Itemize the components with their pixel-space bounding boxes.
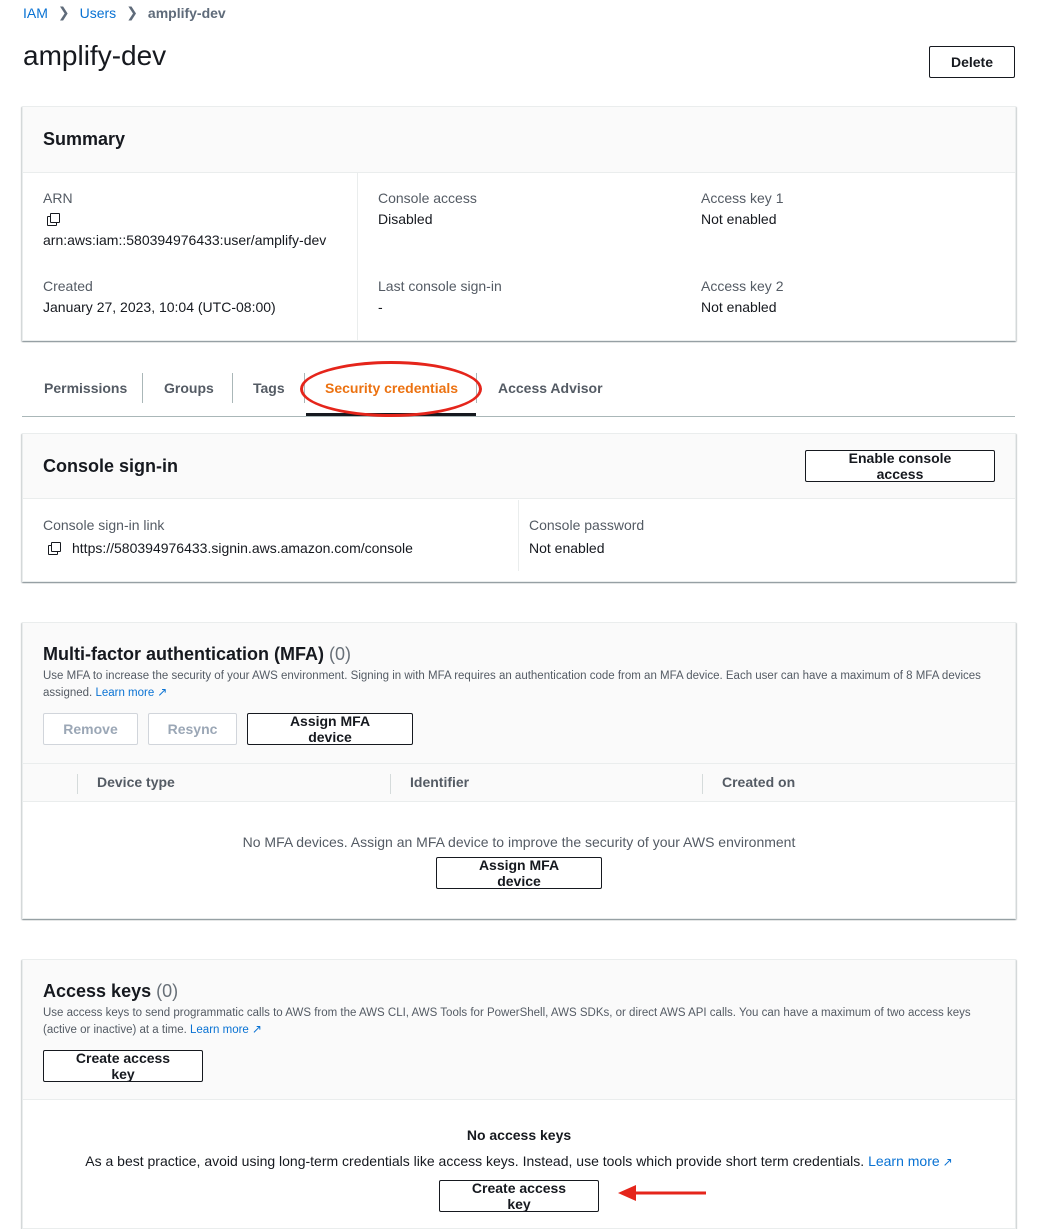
assign-mfa-device-button[interactable]: Assign MFA device	[247, 713, 413, 745]
mfa-count: (0)	[329, 644, 351, 664]
last-signin-label: Last console sign-in	[378, 278, 502, 294]
access-keys-header: Access keys (0) Use access keys to send …	[23, 960, 1015, 1100]
summary-title: Summary	[43, 129, 126, 149]
access-keys-panel: Access keys (0) Use access keys to send …	[22, 959, 1016, 1229]
console-signin-title: Console sign-in	[43, 455, 178, 476]
annotation-arrow-icon	[618, 1185, 706, 1201]
console-password-label: Console password	[529, 517, 645, 533]
created-value: January 27, 2023, 10:04 (UTC-08:00)	[43, 299, 276, 315]
arn-value: arn:aws:iam::580394976433:user/amplify-d…	[43, 232, 327, 248]
breadcrumb-iam[interactable]: IAM	[23, 5, 48, 21]
tab-access-advisor[interactable]: Access Advisor	[498, 380, 603, 396]
external-link-icon: ↗	[251, 1022, 262, 1036]
mfa-learn-more-link[interactable]: Learn more	[95, 687, 154, 699]
no-access-keys-title: No access keys	[466, 1127, 572, 1143]
tab-tags[interactable]: Tags	[253, 380, 285, 396]
copy-icon[interactable]	[48, 542, 61, 555]
access-key-2-value: Not enabled	[701, 299, 777, 315]
created-label: Created	[43, 278, 93, 294]
mfa-empty-text: No MFA devices. Assign an MFA device to …	[242, 834, 796, 850]
resync-button[interactable]: Resync	[148, 713, 237, 745]
page-title: amplify-dev	[23, 40, 167, 71]
breadcrumb-users[interactable]: Users	[80, 5, 117, 21]
external-link-icon: ↗	[942, 1155, 953, 1169]
breadcrumb: IAM ❯ Users ❯ amplify-dev	[23, 4, 226, 21]
access-key-1-label: Access key 1	[701, 190, 784, 206]
empty-learn-more-link[interactable]: Learn more	[868, 1153, 940, 1169]
tab-bar: Permissions Groups Tags Security credent…	[22, 370, 1015, 417]
access-key-1-value: Not enabled	[701, 211, 777, 227]
console-access-label: Console access	[378, 190, 477, 206]
signin-link-value: https://580394976433.signin.aws.amazon.c…	[72, 540, 413, 556]
access-keys-learn-more-link[interactable]: Learn more	[190, 1024, 249, 1036]
tab-permissions[interactable]: Permissions	[44, 380, 127, 396]
external-link-icon: ↗	[157, 685, 168, 699]
access-keys-count: (0)	[156, 981, 179, 1001]
remove-button[interactable]: Remove	[43, 713, 138, 745]
mfa-header: Multi-factor authentication (MFA) (0) Us…	[23, 623, 1015, 763]
console-signin-header: Console sign-in Enable console access	[23, 434, 1015, 499]
access-keys-description: Use access keys to send programmatic cal…	[43, 1007, 971, 1036]
column-device-type[interactable]: Device type	[97, 774, 175, 790]
last-signin-value: -	[378, 299, 383, 315]
summary-panel: Summary ARN arn:aws:iam::580394976433:us…	[22, 106, 1016, 341]
column-identifier[interactable]: Identifier	[410, 774, 469, 790]
mfa-table-header: Device type Identifier Created on	[23, 763, 1015, 802]
summary-header: Summary	[23, 107, 1015, 173]
annotation-ellipse	[300, 361, 482, 417]
tab-groups[interactable]: Groups	[164, 380, 214, 396]
arn-label: ARN	[43, 190, 73, 206]
summary-col-1: ARN arn:aws:iam::580394976433:user/ampli…	[23, 173, 357, 340]
summary-col-3: Access key 1 Not enabled Access key 2 No…	[681, 173, 1015, 340]
delete-button[interactable]: Delete	[929, 46, 1015, 78]
breadcrumb-current: amplify-dev	[147, 4, 226, 21]
copy-icon[interactable]	[47, 213, 60, 226]
signin-link-label: Console sign-in link	[43, 517, 165, 533]
create-access-key-empty-button[interactable]: Create access key	[439, 1180, 599, 1212]
mfa-title: Multi-factor authentication (MFA)	[43, 644, 324, 664]
column-created-on[interactable]: Created on	[722, 774, 795, 790]
summary-col-2: Console access Disabled Last console sig…	[357, 173, 681, 340]
access-keys-title: Access keys	[43, 981, 152, 1001]
chevron-right-icon: ❯	[57, 4, 70, 20]
console-access-value: Disabled	[378, 211, 433, 227]
console-password-value: Not enabled	[529, 540, 605, 556]
assign-mfa-device-empty-button[interactable]: Assign MFA device	[436, 857, 602, 889]
no-access-keys-text: As a best practice, avoid using long-ter…	[85, 1153, 865, 1169]
console-signin-panel: Console sign-in Enable console access Co…	[22, 433, 1016, 582]
mfa-panel: Multi-factor authentication (MFA) (0) Us…	[22, 622, 1016, 919]
access-key-2-label: Access key 2	[701, 278, 784, 294]
mfa-description: Use MFA to increase the security of your…	[43, 670, 981, 699]
enable-console-access-button[interactable]: Enable console access	[805, 450, 995, 482]
create-access-key-button[interactable]: Create access key	[43, 1050, 203, 1082]
chevron-right-icon: ❯	[126, 4, 138, 20]
